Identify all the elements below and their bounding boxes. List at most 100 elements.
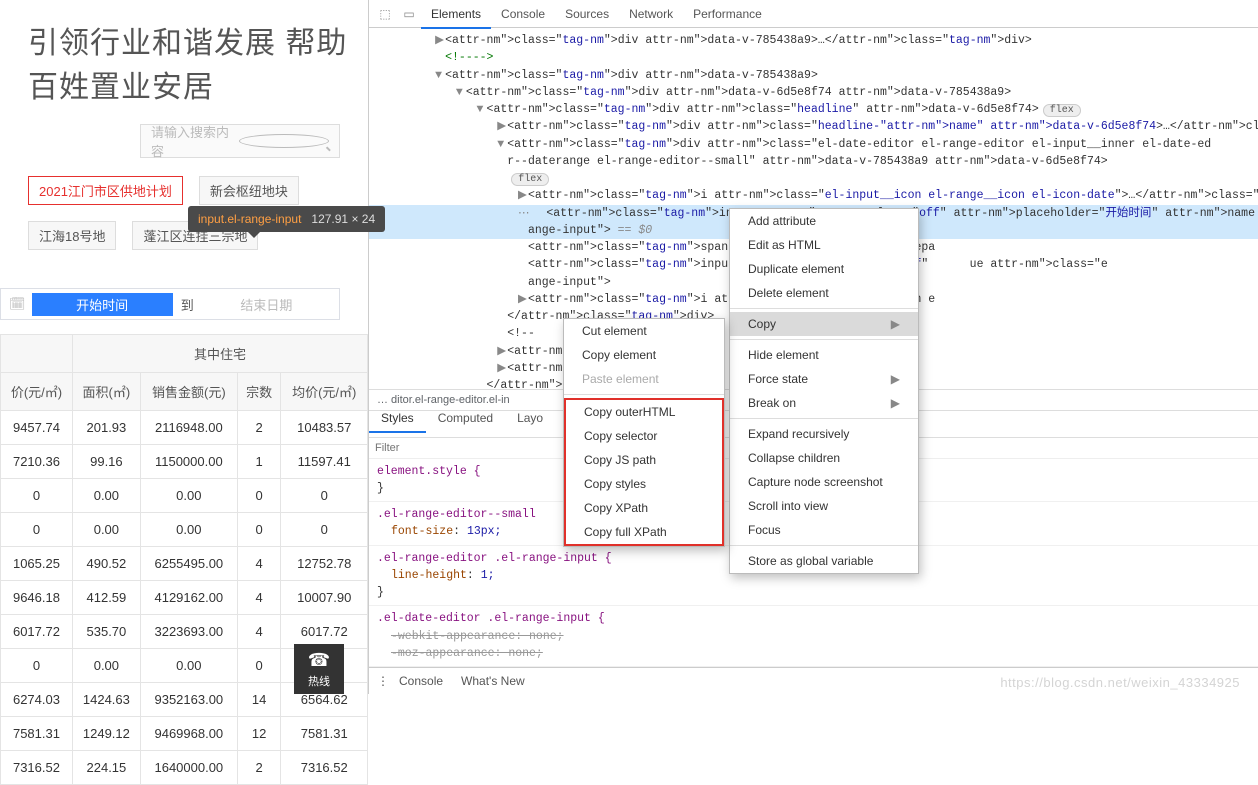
dom-node[interactable]: ▼<attr-nm">class="tag-nm">div attr-nm">c… <box>369 136 1258 153</box>
hotline-button[interactable]: ☎ 热线 <box>294 644 344 694</box>
column-header: 销售金额(元) <box>140 373 237 411</box>
context-menu-item[interactable]: Hide element <box>730 343 918 367</box>
css-rule[interactable]: (index.el-date-editor .el-range-input {-… <box>369 606 1258 667</box>
context-menu-item[interactable]: Force state▶ <box>730 367 918 391</box>
context-menu-item[interactable]: Focus <box>730 518 918 542</box>
context-menu-item[interactable]: Copy styles <box>564 472 724 496</box>
table-cell: 0.00 <box>140 649 237 683</box>
dom-node[interactable]: <!----> <box>369 49 1258 66</box>
context-menu-item[interactable]: Collapse children <box>730 446 918 470</box>
table-row: 7581.311249.129469968.00127581.31 <box>1 717 368 751</box>
dom-node[interactable]: ▶<attr-nm">class="tag-nm">div attr-nm">c… <box>369 118 1258 135</box>
dom-node[interactable]: ▶<attr-nm">class="tag-nm">div attr-nm">d… <box>369 32 1258 49</box>
devtools-tab[interactable]: Sources <box>555 1 619 27</box>
table-cell: 7581.31 <box>281 717 368 751</box>
table-cell: 0.00 <box>140 479 237 513</box>
table-row: 9646.18412.594129162.00410007.90 <box>1 581 368 615</box>
context-menu-item[interactable]: Copy XPath <box>564 496 724 520</box>
table-cell: 1249.12 <box>72 717 140 751</box>
date-range-picker[interactable]: 🗓 开始时间 到 结束日期 <box>0 288 340 320</box>
inspect-icon[interactable]: ⬚ <box>373 7 397 21</box>
devtools-tab[interactable]: Performance <box>683 1 772 27</box>
context-menu-item[interactable]: Scroll into view <box>730 494 918 518</box>
drawer-tab[interactable]: Console <box>399 674 443 688</box>
table-cell: 0 <box>237 649 281 683</box>
drawer-tab[interactable]: What's New <box>461 674 525 688</box>
filter-tag[interactable]: 2021江门市区供地计划 <box>28 176 183 205</box>
dom-node[interactable]: r--daterange el-range-editor--small" att… <box>369 153 1258 170</box>
styles-tab[interactable]: Layo <box>505 405 555 431</box>
table-cell: 0 <box>1 479 73 513</box>
context-menu-item[interactable]: Edit as HTML <box>730 233 918 257</box>
table-cell: 412.59 <box>72 581 140 615</box>
date-end-input[interactable]: 结束日期 <box>202 295 331 314</box>
table-cell: 4 <box>237 547 281 581</box>
devtools-tab[interactable]: Elements <box>421 1 491 29</box>
device-toggle-icon[interactable]: ▭ <box>397 7 421 21</box>
table-cell: 490.52 <box>72 547 140 581</box>
table-cell: 0.00 <box>72 513 140 547</box>
dom-node[interactable]: ▶<attr-nm">class="tag-nm">i attr-nm">cla… <box>369 187 1258 204</box>
styles-tab[interactable]: Styles <box>369 405 426 433</box>
devtools-tab[interactable]: Console <box>491 1 555 27</box>
filter-tag[interactable]: 新会枢纽地块 <box>199 176 299 205</box>
web-page-pane: 引领行业和谐发展 帮助百姓置业安居 请输入搜索内容 2021江门市区供地计划新会… <box>0 0 368 694</box>
table-row: 00.000.0000 <box>1 479 368 513</box>
table-cell: 0 <box>1 649 73 683</box>
devtools-panel: ⬚ ▭ ElementsConsoleSourcesNetworkPerform… <box>368 0 1258 694</box>
table-cell: 9469968.00 <box>140 717 237 751</box>
table-cell: 0 <box>1 513 73 547</box>
context-menu-item[interactable]: Capture node screenshot <box>730 470 918 494</box>
table-cell: 7210.36 <box>1 445 73 479</box>
column-header: 宗数 <box>237 373 281 411</box>
filter-tag[interactable]: 江海18号地 <box>28 221 116 250</box>
column-header: 均价(元/㎡) <box>281 373 368 411</box>
table-cell: 0.00 <box>72 479 140 513</box>
dom-node[interactable]: flex <box>369 170 1258 187</box>
context-menu-item: Paste element <box>564 367 724 391</box>
table-cell: 201.93 <box>72 411 140 445</box>
table-cell: 0.00 <box>72 649 140 683</box>
context-menu-item[interactable]: Copy element <box>564 343 724 367</box>
search-input[interactable]: 请输入搜索内容 <box>140 124 340 158</box>
context-menu-item[interactable]: Expand recursively <box>730 422 918 446</box>
context-menu-item[interactable]: Add attribute <box>730 209 918 233</box>
table-cell: 1424.63 <box>72 683 140 717</box>
table-row: 00.000.0000 <box>1 513 368 547</box>
inspector-tooltip: input.el-range-input 127.91 × 24 <box>188 206 385 232</box>
drawer-more-icon[interactable]: ⋮ <box>377 674 389 688</box>
context-menu-item[interactable]: Duplicate element <box>730 257 918 281</box>
table-cell: 14 <box>237 683 281 717</box>
context-menu-item[interactable]: Delete element <box>730 281 918 305</box>
styles-tab[interactable]: Computed <box>426 405 505 431</box>
column-header: 价(元/㎡) <box>1 373 73 411</box>
context-menu-item[interactable]: Break on▶ <box>730 391 918 415</box>
table-row: 7316.52224.151640000.0027316.52 <box>1 751 368 785</box>
context-menu-item[interactable]: Copy selector <box>564 424 724 448</box>
context-menu-item[interactable]: Copy full XPath <box>564 520 724 546</box>
search-icon[interactable] <box>239 134 329 148</box>
context-menu-item[interactable]: Copy JS path <box>564 448 724 472</box>
table-cell: 0 <box>237 479 281 513</box>
phone-icon: ☎ <box>308 650 330 671</box>
context-menu-item[interactable]: Cut element <box>564 319 724 343</box>
dom-node[interactable]: ▼<attr-nm">class="tag-nm">div attr-nm">d… <box>369 84 1258 101</box>
table-cell: 1640000.00 <box>140 751 237 785</box>
table-cell: 7316.52 <box>281 751 368 785</box>
table-cell: 9457.74 <box>1 411 73 445</box>
context-menu-item[interactable]: Store as global variable <box>730 549 918 573</box>
table-cell: 12 <box>237 717 281 751</box>
dom-node[interactable]: ▼<attr-nm">class="tag-nm">div attr-nm">c… <box>369 101 1258 118</box>
table-row: 9457.74201.932116948.00210483.57 <box>1 411 368 445</box>
calendar-icon: 🗓 <box>9 296 26 312</box>
table-cell: 10483.57 <box>281 411 368 445</box>
devtools-tabs: ⬚ ▭ ElementsConsoleSourcesNetworkPerform… <box>369 0 1258 28</box>
context-menu-item[interactable]: Copy outerHTML <box>564 398 724 424</box>
dom-node[interactable]: ▼<attr-nm">class="tag-nm">div attr-nm">d… <box>369 67 1258 84</box>
devtools-tab[interactable]: Network <box>619 1 683 27</box>
context-menu-main[interactable]: Add attributeEdit as HTMLDuplicate eleme… <box>729 208 919 574</box>
date-start-input[interactable]: 开始时间 <box>32 293 173 316</box>
context-menu-item[interactable]: Copy▶ <box>730 312 918 336</box>
table-cell: 12752.78 <box>281 547 368 581</box>
context-menu-copy[interactable]: Cut elementCopy elementPaste element Copy… <box>563 318 725 547</box>
